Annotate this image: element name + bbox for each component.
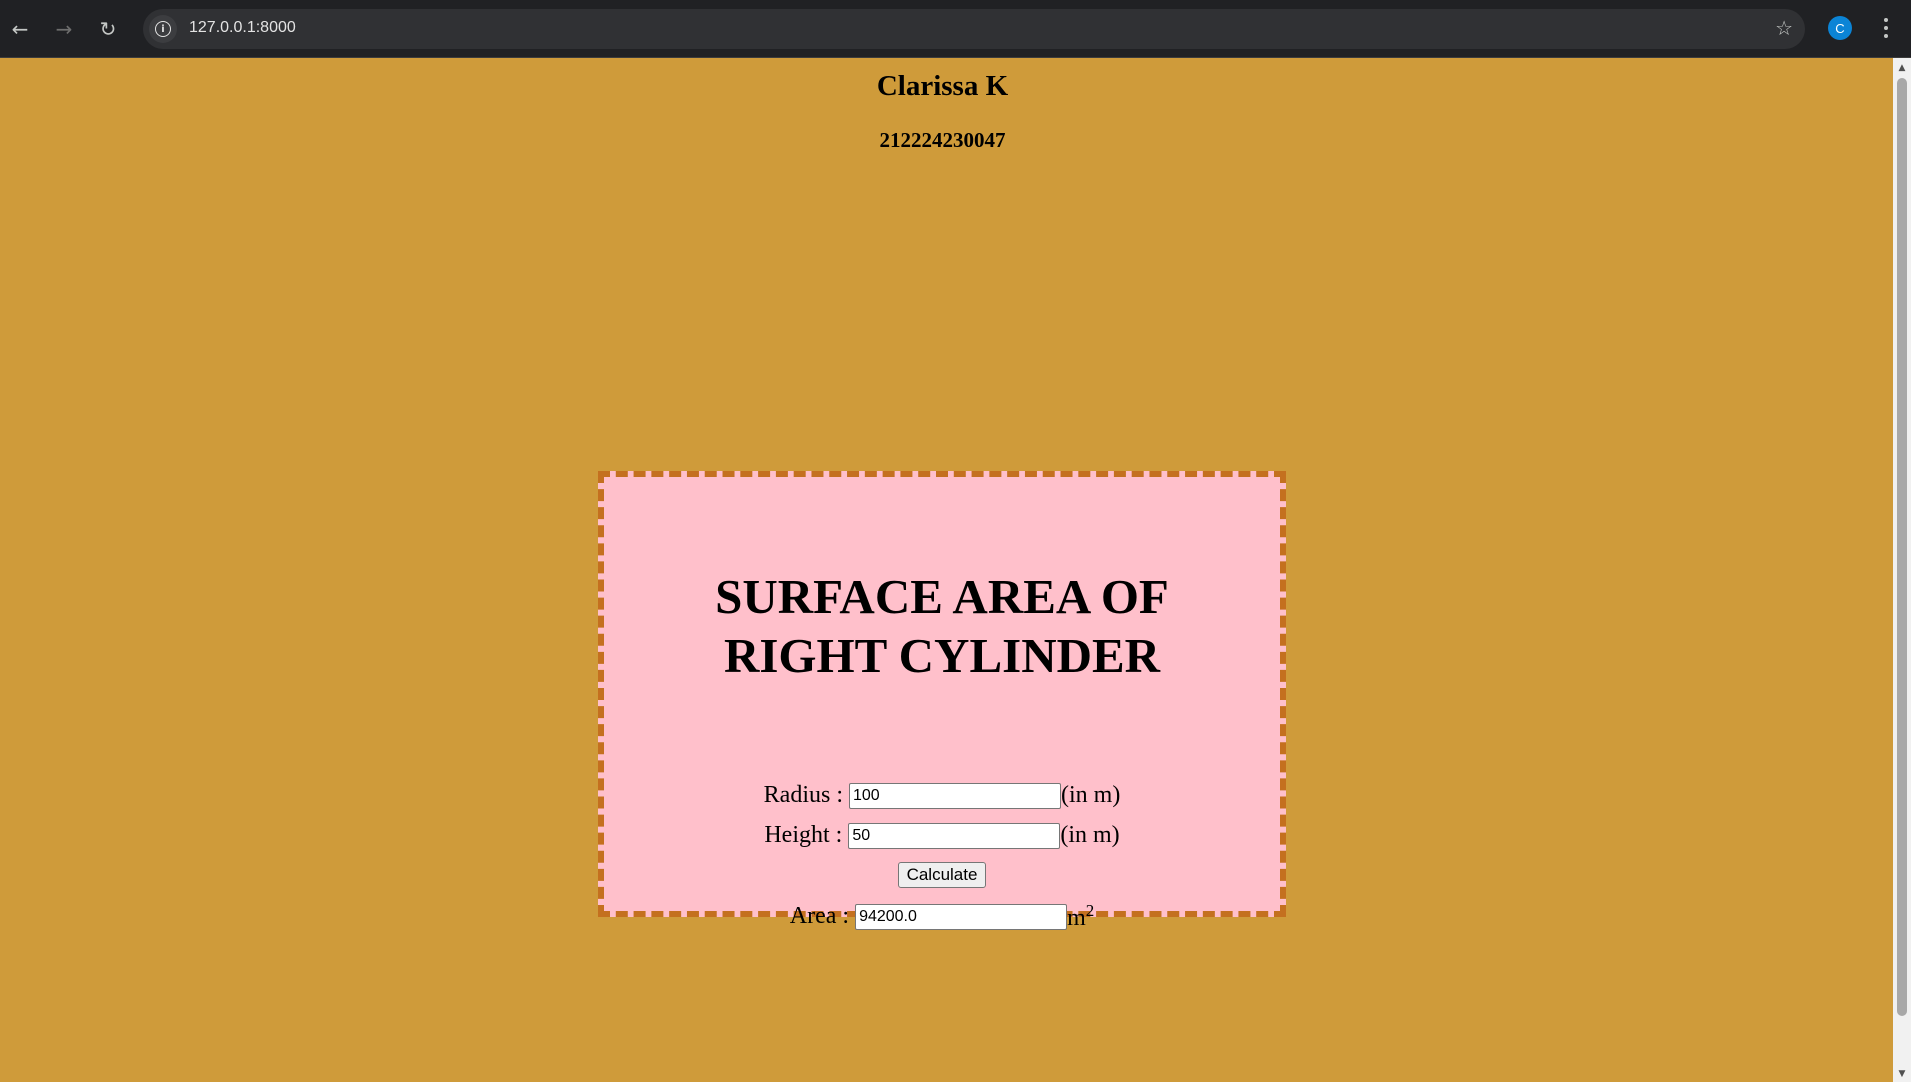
area-unit: m2 bbox=[1067, 901, 1094, 932]
area-unit-base: m bbox=[1067, 905, 1086, 931]
area-output[interactable] bbox=[855, 903, 1068, 930]
address-bar[interactable]: i 127.0.0.1:8000 ☆ bbox=[143, 9, 1805, 49]
height-input[interactable] bbox=[848, 822, 1061, 849]
profile-avatar[interactable]: C bbox=[1828, 16, 1852, 40]
arrow-right-icon[interactable]: → bbox=[46, 11, 82, 47]
scrollbar-thumb[interactable] bbox=[1897, 78, 1907, 1016]
height-row: Height : (in m) bbox=[604, 822, 1280, 849]
area-label: Area : bbox=[789, 903, 850, 929]
title-line-1: SURFACE AREA OF bbox=[715, 569, 1169, 624]
area-row: Area : m2 bbox=[604, 901, 1280, 932]
radius-label: Radius : bbox=[763, 782, 843, 808]
calculate-row: Calculate bbox=[604, 862, 1280, 888]
info-icon[interactable]: i bbox=[149, 15, 177, 43]
url-text[interactable]: 127.0.0.1:8000 bbox=[189, 19, 296, 37]
roll-number: 212224230047 bbox=[879, 128, 1006, 152]
arrow-left-icon[interactable]: ← bbox=[2, 11, 38, 47]
kebab-menu-icon[interactable] bbox=[1874, 13, 1898, 43]
scroll-down-arrow-icon[interactable]: ▼ bbox=[1893, 1066, 1911, 1082]
calculator-card: SURFACE AREA OF RIGHT CYLINDER Radius : … bbox=[598, 471, 1286, 931]
radius-unit: (in m) bbox=[1061, 782, 1121, 808]
height-label: Height : bbox=[764, 822, 843, 848]
title-line-2: RIGHT CYLINDER bbox=[723, 628, 1161, 683]
vertical-scrollbar[interactable]: ▲ ▼ bbox=[1893, 58, 1911, 1082]
radius-row: Radius : (in m) bbox=[604, 782, 1280, 809]
page-content: Clarissa K 212224230047 SURFACE AREA OF … bbox=[0, 58, 1893, 1082]
author-name: Clarissa K bbox=[876, 70, 1009, 102]
calculate-button[interactable]: Calculate bbox=[897, 862, 987, 888]
star-icon[interactable]: ☆ bbox=[1775, 16, 1793, 40]
height-unit: (in m) bbox=[1060, 822, 1120, 848]
page-title: SURFACE AREA OF RIGHT CYLINDER bbox=[604, 567, 1280, 685]
browser-toolbar: ← → ↻ i 127.0.0.1:8000 ☆ C bbox=[0, 0, 1911, 58]
reload-icon[interactable]: ↻ bbox=[90, 11, 126, 47]
radius-input[interactable] bbox=[849, 782, 1061, 809]
area-unit-exponent: 2 bbox=[1085, 901, 1095, 920]
scroll-up-arrow-icon[interactable]: ▲ bbox=[1893, 60, 1911, 76]
